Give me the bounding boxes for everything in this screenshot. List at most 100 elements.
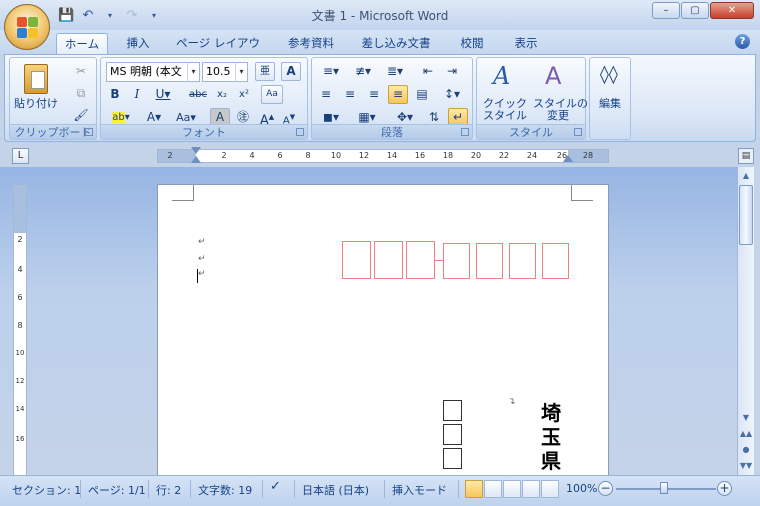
bold-button[interactable]: B [106,85,124,104]
line-indicator[interactable]: 行: 2 [156,482,181,498]
word-count[interactable]: 文字数: 19 [198,482,252,498]
scroll-up-icon[interactable]: ▲ [739,169,753,183]
underline-button[interactable]: U▾ [150,85,176,104]
font-size-select[interactable]: 10.5 ▾ [202,62,248,82]
tab-mailings[interactable]: 差し込み文書 [356,33,436,54]
tab-view[interactable]: 表示 [506,33,546,54]
hanging-indent-marker-icon[interactable] [191,156,201,163]
tab-references[interactable]: 参考資料 [280,33,342,54]
ruler-number: 22 [498,151,510,160]
outline-view-button[interactable] [522,480,540,498]
paste-button[interactable]: 貼り付け [14,62,58,122]
full-screen-reading-button[interactable] [484,480,502,498]
previous-page-icon[interactable]: ▲▲ [739,427,753,441]
browse-object-icon[interactable]: ● [739,443,753,457]
paragraph-mark-icon: ↵ [198,237,206,247]
ruler-number: 4 [249,151,255,160]
cut-icon[interactable]: ✂ [72,62,90,81]
clipboard-launcher-icon[interactable] [85,128,93,136]
distributed-icon[interactable]: ▤ [412,85,432,104]
multilevel-list-icon[interactable]: ≣▾ [380,62,410,81]
ribbon: 貼り付け ✂ ⧉ 🖌 クリップボード MS 明朝 (本文 ▾ 10.5 ▾ 亜 … [4,54,756,142]
document-page[interactable]: ↵ ↵ ↵ ↴ 埼 玉 県 [157,184,609,475]
zoom-slider[interactable] [616,482,716,494]
status-divider [80,480,81,498]
insert-mode-indicator[interactable]: 挿入モード [392,482,447,498]
bullets-icon[interactable]: ≡▾ [316,62,346,81]
ribbon-tab-bar: ホーム 挿入 ページ レイアウト 参考資料 差し込み文書 校閲 表示 ? [0,30,760,70]
language-indicator[interactable]: 日本語 (日本) [302,482,369,498]
font-name-select[interactable]: MS 明朝 (本文 ▾ [106,62,200,82]
office-button[interactable] [4,4,50,50]
font-launcher-icon[interactable] [296,128,304,136]
line-spacing-icon[interactable]: ↕▾ [438,85,466,104]
tab-insert[interactable]: 挿入 [118,33,158,54]
subscript-button[interactable]: x₂ [212,85,232,104]
postal-code-box [443,243,470,279]
ruler-number: 8 [17,321,23,330]
ruler-number: 2 [17,235,23,244]
numbering-icon[interactable]: ≢▾ [348,62,378,81]
justify-icon[interactable]: ≡ [388,85,408,104]
zoom-slider-thumb[interactable] [660,482,668,494]
status-divider [458,480,459,498]
styles-launcher-icon[interactable] [574,128,582,136]
maximize-button[interactable]: ▢ [681,2,709,19]
left-indent-marker-icon[interactable] [191,147,201,154]
zoom-level[interactable]: 100% [566,482,597,495]
address-vertical-text[interactable]: 埼 玉 県 [536,401,566,473]
print-layout-view-button[interactable] [465,480,483,498]
zoom-in-button[interactable]: + [717,481,732,496]
minimize-button[interactable]: – [652,2,680,19]
view-ruler-icon[interactable]: ▤ [738,148,754,164]
paste-label: 貼り付け [14,97,58,110]
format-painter-icon[interactable]: 🖌 [72,106,90,125]
postal-code-box [542,243,569,279]
next-page-icon[interactable]: ▼▼ [739,459,753,473]
align-center-icon[interactable]: ≡ [340,85,360,104]
superscript-button[interactable]: x² [234,85,254,104]
italic-button[interactable]: I [128,85,146,104]
scroll-thumb[interactable] [739,185,753,245]
postal-code-box [406,241,435,279]
align-right-icon[interactable]: ≡ [364,85,384,104]
section-indicator[interactable]: セクション: 1 [12,482,81,498]
paragraph-mark-icon: ↵ [198,269,206,279]
draft-view-button[interactable] [541,480,559,498]
tab-home[interactable]: ホーム [56,33,108,54]
zoom-out-button[interactable]: − [598,481,613,496]
page-indicator[interactable]: ページ: 1/1 [88,482,146,498]
phonetic-guide-icon[interactable]: 亜 [255,62,275,81]
increase-indent-icon[interactable]: ⇥ [442,62,462,81]
paragraph-launcher-icon[interactable] [461,128,469,136]
clear-formatting-icon[interactable]: Aa [261,85,283,104]
help-icon[interactable]: ? [735,34,750,49]
copy-icon[interactable]: ⧉ [72,84,90,103]
quick-styles-button[interactable]: A クイック スタイル [481,62,529,122]
change-styles-button[interactable]: A スタイルの 変更 [533,62,588,122]
tab-page-layout[interactable]: ページ レイアウト [172,33,264,70]
strikethrough-button[interactable]: abc [186,85,210,104]
editing-button[interactable]: ◊◊ 編集 [592,62,628,122]
align-left-icon[interactable]: ≡ [316,85,336,104]
ruler-number: 20 [470,151,482,160]
postal-code-box [374,241,403,279]
postal-code-box [509,243,536,279]
tab-selector-button[interactable]: L [12,148,29,164]
vertical-scrollbar[interactable]: ▲ ▼ ▲▲ ● ▼▼ [737,167,754,475]
horizontal-ruler[interactable]: 2 2 4 6 8 10 12 14 16 18 20 22 24 26 28 [157,147,609,163]
paragraph-mark-icon: ↵ [198,254,206,264]
decrease-indent-icon[interactable]: ⇤ [418,62,438,81]
vertical-ruler[interactable]: 2 4 6 8 10 12 14 16 [13,184,27,475]
proofing-icon[interactable]: ✓ [270,479,281,494]
ruler-number: 10 [15,349,25,357]
status-divider [262,480,263,498]
close-button[interactable]: ✕ [710,2,754,19]
right-indent-marker-icon[interactable] [563,155,573,162]
tab-review[interactable]: 校閲 [452,33,492,54]
web-layout-view-button[interactable] [503,480,521,498]
paragraph-group-label: 段落 [312,124,472,139]
scroll-down-icon[interactable]: ▼ [739,411,753,425]
character-border-icon[interactable]: A [281,62,301,81]
ruler-area: L 2 2 4 6 8 10 12 14 16 18 20 22 24 26 2… [0,145,760,167]
